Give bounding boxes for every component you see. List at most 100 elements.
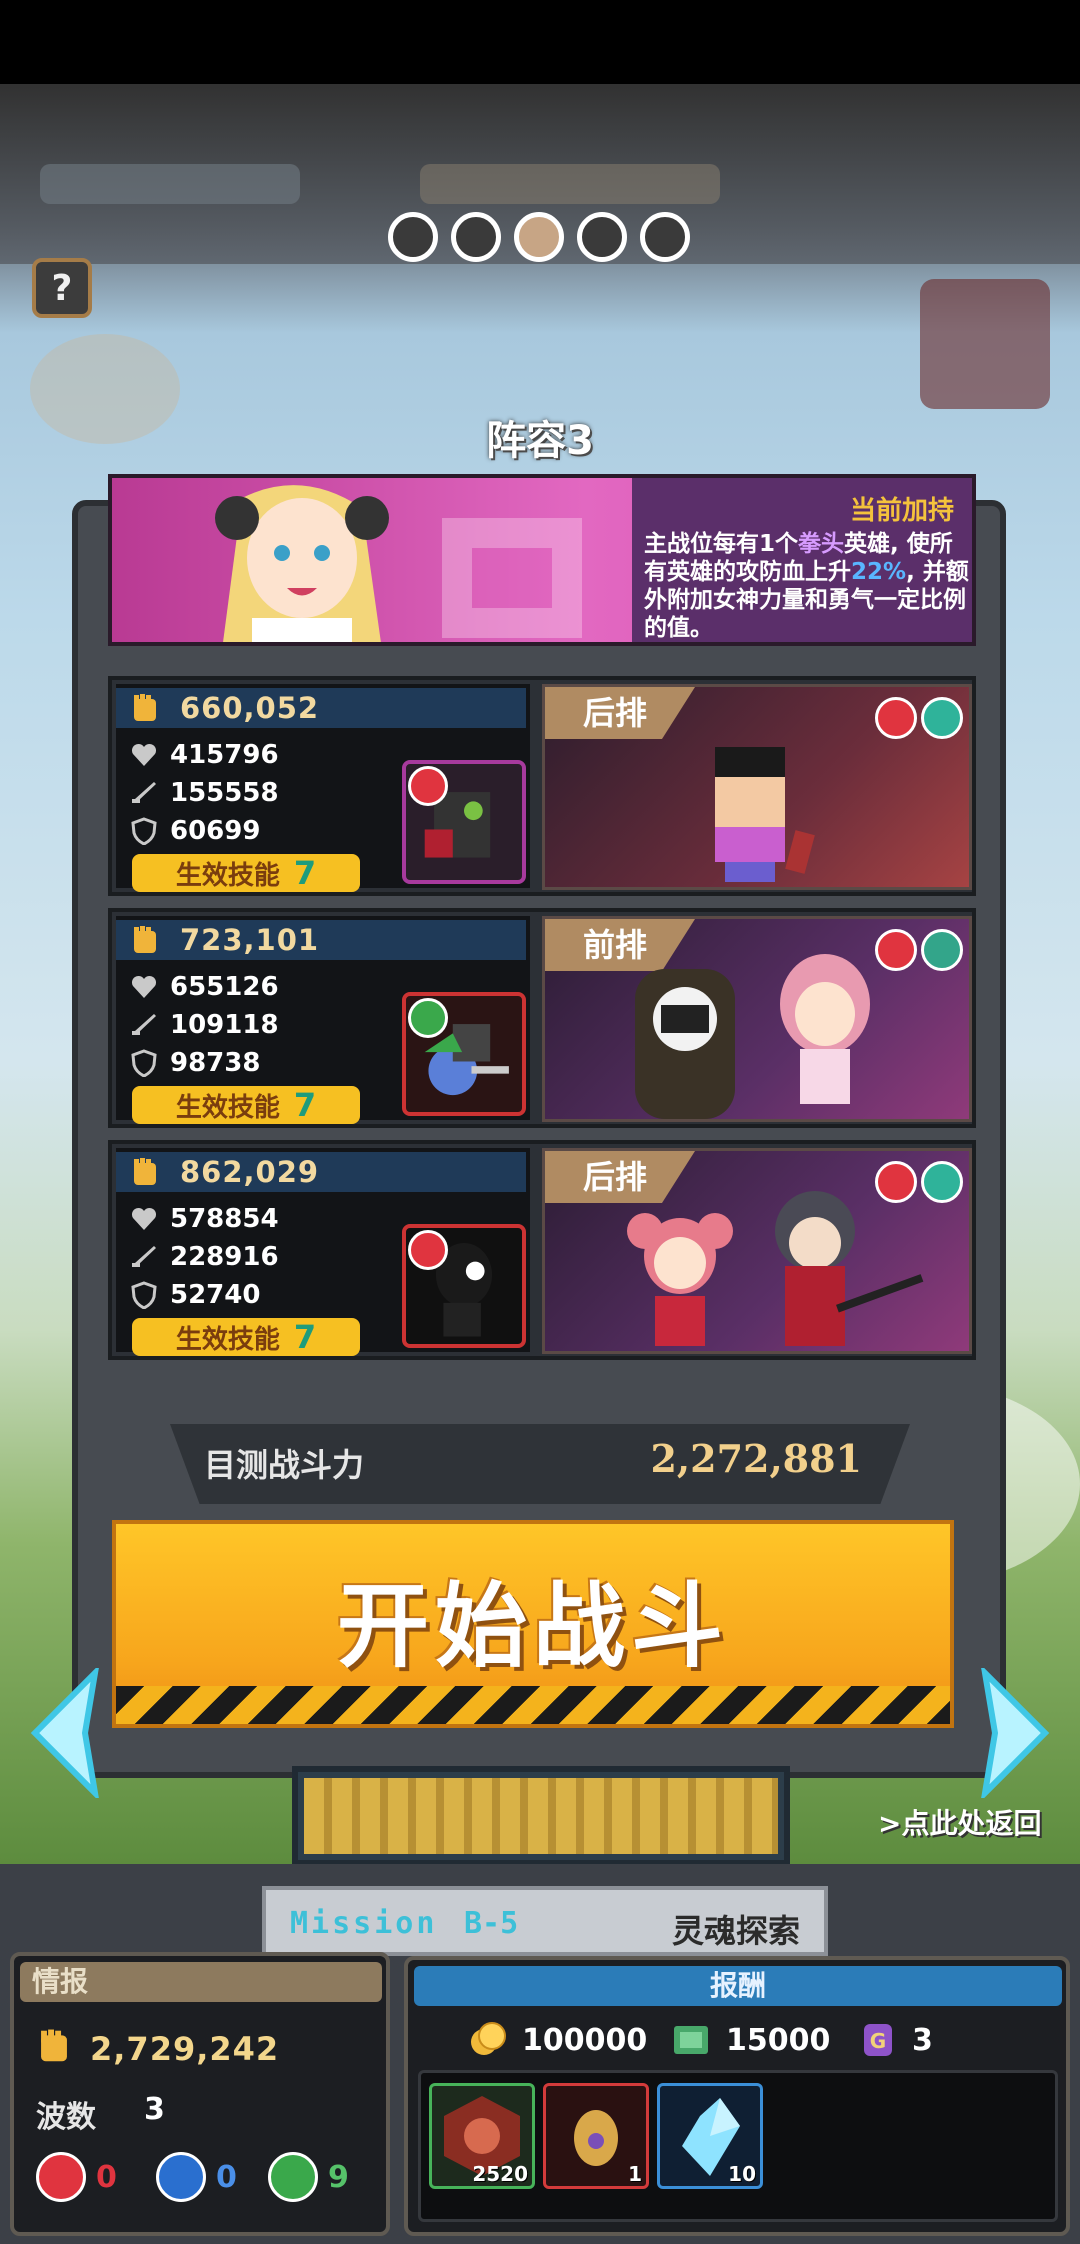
- atk-stat: 155558: [130, 778, 279, 808]
- slot-power: 660,052: [180, 691, 320, 725]
- rock-icon: [36, 2152, 86, 2202]
- page-dot-3[interactable]: [514, 212, 564, 262]
- page-dot-4[interactable]: [577, 212, 627, 262]
- rock-type-icon: [408, 1230, 448, 1270]
- reward-panel: 报酬 100000 15000 G 3 2520 1 10: [404, 1956, 1070, 2236]
- sword-icon: [132, 782, 156, 803]
- chip-item[interactable]: 2520: [429, 2083, 535, 2189]
- svg-text:G: G: [870, 2029, 886, 2053]
- banner-deco-icon: [442, 518, 582, 638]
- hp-stat: 655126: [130, 972, 279, 1002]
- bun-girl-sprite: [627, 1213, 733, 1346]
- fist-icon: [134, 926, 156, 953]
- gold-reward: 100000: [468, 2020, 647, 2060]
- hero-slot-2[interactable]: 723,101 655126 109118 98738 生效技能 7 前排: [108, 908, 976, 1128]
- gear-class-icon: [921, 697, 963, 739]
- combat-power-value: 2,272,881: [650, 1436, 862, 1481]
- paper-icon: [268, 2152, 318, 2202]
- gold-coin-icon: [471, 2022, 506, 2055]
- cash-icon: [674, 2026, 708, 2054]
- hero-portrait[interactable]: 后排: [542, 684, 972, 890]
- shield-icon: [131, 817, 157, 845]
- shield-class-icon: [921, 929, 963, 971]
- def-stat: 98738: [130, 1048, 260, 1078]
- wave-count: 3: [144, 2092, 165, 2127]
- pet-icon[interactable]: [402, 1224, 526, 1348]
- page-dot-1[interactable]: [388, 212, 438, 262]
- page-dot-5[interactable]: [640, 212, 690, 262]
- position-tag: 后排: [545, 1151, 695, 1203]
- fist-icon: [134, 1158, 156, 1185]
- prev-team-arrow[interactable]: [20, 1668, 110, 1798]
- goddess-portrait: [215, 485, 389, 642]
- girl-sprite: [780, 954, 870, 1104]
- mission-label: Mission: [290, 1906, 438, 1941]
- token-reward: G 3: [858, 2020, 933, 2060]
- bear-sprite: [635, 969, 735, 1119]
- hp-stat: 578854: [130, 1204, 279, 1234]
- active-skills-button[interactable]: 生效技能 7: [132, 854, 360, 892]
- crystal-item[interactable]: 10: [657, 2083, 763, 2189]
- mission-name: 灵魂探索: [672, 1912, 801, 1950]
- sword-class-icon: [921, 1161, 963, 1203]
- chevron-right-icon: [981, 1668, 1050, 1798]
- shield-icon: [131, 1049, 157, 1077]
- mission-code: B-5: [464, 1906, 519, 1941]
- enemy-power: 2,729,242: [90, 2030, 280, 2068]
- chevron-left-icon: [30, 1668, 99, 1798]
- rock-type-icon: [408, 766, 448, 806]
- paper-counter: 9: [268, 2152, 349, 2202]
- scissors-icon: [156, 2152, 206, 2202]
- egg-item[interactable]: 1: [543, 2083, 649, 2189]
- paper-type-icon: [408, 998, 448, 1038]
- bonus-description: 主战位每有1个拳头英雄, 使所有英雄的攻防血上升22%, 并额外附加女神力量和勇…: [644, 531, 969, 641]
- hero-slot-1[interactable]: 660,052 415796 155558 60699 生效技能 7 后排: [108, 676, 976, 896]
- page-dot-2[interactable]: [451, 212, 501, 262]
- bonus-banner: 当前加持 主战位每有1个拳头英雄, 使所有英雄的攻防血上升22%, 并额外附加女…: [108, 474, 976, 646]
- help-button[interactable]: ?: [32, 258, 92, 318]
- fist-icon: [41, 2029, 67, 2062]
- intel-heading: 情报: [20, 1962, 382, 2002]
- rock-counter: 0: [36, 2152, 117, 2202]
- atk-stat: 228916: [130, 1242, 279, 1272]
- team-page-indicator: [388, 212, 690, 262]
- status-bar: [0, 0, 1080, 84]
- def-stat: 52740: [130, 1280, 260, 1310]
- slot-power-bar: 723,101: [116, 920, 526, 960]
- active-skills-button[interactable]: 生效技能 7: [132, 1086, 360, 1124]
- token-icon: G: [864, 2024, 892, 2056]
- slot-power-bar: 660,052: [116, 688, 526, 728]
- hero-sprite: [715, 747, 815, 882]
- rock-type-icon: [875, 697, 917, 739]
- hero-portrait[interactable]: 后排: [542, 1148, 972, 1354]
- intel-panel: 情报 2,729,242 波数 3 0 0 9: [10, 1952, 390, 2236]
- position-tag: 后排: [545, 687, 695, 739]
- sword-icon: [132, 1014, 156, 1035]
- start-battle-button[interactable]: 开始战斗: [112, 1520, 954, 1728]
- shield-icon: [131, 1281, 157, 1309]
- heart-icon: [131, 1207, 157, 1230]
- hero-slot-3[interactable]: 862,029 578854 228916 52740 生效技能 7 后排: [108, 1140, 976, 1360]
- slot-power-bar: 862,029: [116, 1152, 526, 1192]
- energy-gauge: [292, 1766, 790, 1866]
- ninja-sprite: [775, 1191, 924, 1346]
- fist-icon: [134, 694, 156, 721]
- hp-stat: 415796: [130, 740, 279, 770]
- active-skills-button[interactable]: 生效技能 7: [132, 1318, 360, 1356]
- combat-power-label: 目测战斗力: [204, 1446, 365, 1484]
- heart-icon: [131, 743, 157, 766]
- reward-items: 2520 1 10: [418, 2070, 1058, 2222]
- pet-icon[interactable]: [402, 992, 526, 1116]
- atk-stat: 109118: [130, 1010, 279, 1040]
- reward-heading: 报酬: [414, 1966, 1062, 2006]
- hero-portrait[interactable]: 前排: [542, 916, 972, 1122]
- wave-label: 波数: [36, 2100, 96, 2135]
- next-team-arrow[interactable]: [970, 1668, 1060, 1798]
- bonus-heading: 当前加持: [849, 496, 954, 526]
- sword-icon: [132, 1246, 156, 1267]
- scissors-counter: 0: [156, 2152, 237, 2202]
- return-link[interactable]: >点此处返回: [878, 1802, 1041, 1842]
- pet-icon[interactable]: [402, 760, 526, 884]
- hazard-stripes: [116, 1686, 950, 1724]
- slot-power: 723,101: [180, 923, 320, 957]
